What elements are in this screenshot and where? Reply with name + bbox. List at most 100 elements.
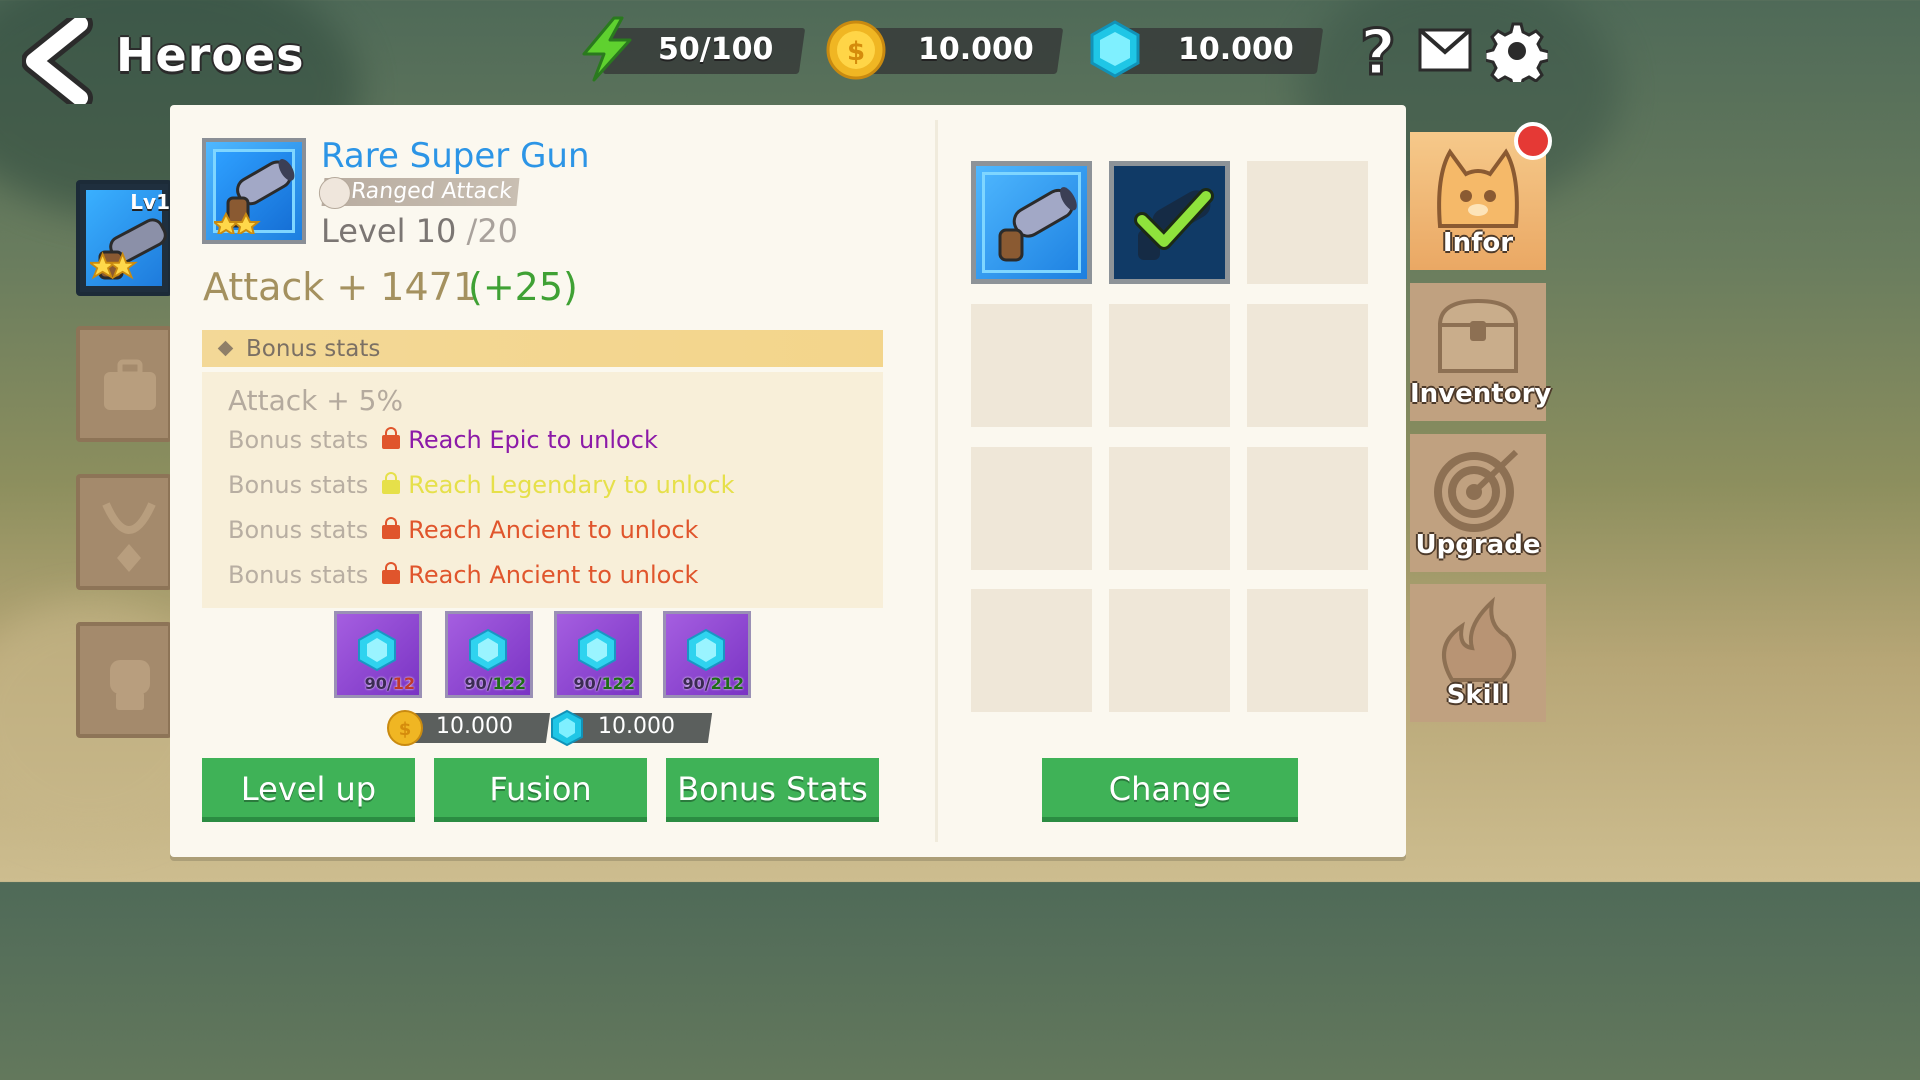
svg-text:$: $ <box>399 719 412 740</box>
settings-button[interactable] <box>1483 20 1551 90</box>
equipment-slot-empty[interactable] <box>971 589 1092 712</box>
fusion-gem-slot[interactable]: 90/122 <box>445 611 533 698</box>
checkmark-icon <box>1134 188 1214 250</box>
fusion-gem-slot[interactable]: 90/122 <box>554 611 642 698</box>
bonus-stat-row: Bonus stats Reach Ancient to unlock <box>228 561 698 589</box>
unlock-message: Reach Legendary to unlock <box>408 471 735 499</box>
bag-icon <box>104 359 156 410</box>
bonus-stat-row: Bonus stats Reach Epic to unlock <box>228 426 658 454</box>
equipment-slot-empty[interactable] <box>1109 589 1230 712</box>
fusion-gem-slot[interactable]: 90/12 <box>334 611 422 698</box>
coin-cost-value: 10.000 <box>436 714 513 739</box>
mail-icon <box>1418 28 1472 72</box>
unlock-message: Reach Ancient to unlock <box>408 516 699 544</box>
gem-count-need: 12 <box>392 674 415 693</box>
hero-slot-necklace[interactable] <box>76 474 172 590</box>
svg-text:?: ? <box>1360 20 1396 82</box>
mail-button[interactable] <box>1418 20 1472 82</box>
tab-skill[interactable]: Skill <box>1410 584 1546 722</box>
lock-icon <box>382 472 401 494</box>
equipment-slot-empty[interactable] <box>1247 304 1368 427</box>
equipment-slot-empty[interactable] <box>1247 589 1368 712</box>
gem-cost-value: 10.000 <box>598 714 675 739</box>
energy-value: 50/100 <box>658 32 774 67</box>
bonus-stat-active: Attack + 5% <box>228 384 404 417</box>
flame-icon <box>1442 596 1516 682</box>
gem-icon <box>469 628 507 672</box>
tab-upgrade-label: Upgrade <box>1415 530 1541 560</box>
bonus-stats-button[interactable]: Bonus Stats <box>666 758 879 822</box>
back-button[interactable] <box>21 11 96 111</box>
gem-value: 10.000 <box>1178 32 1294 67</box>
panel-divider <box>935 120 938 842</box>
fusion-button[interactable]: Fusion <box>434 758 647 822</box>
tab-inventory-label: Inventory <box>1410 379 1552 409</box>
unlock-message: Reach Ancient to unlock <box>408 561 699 589</box>
hero-slot-glove[interactable] <box>76 622 172 738</box>
svg-text:$: $ <box>847 37 865 67</box>
fusion-gem-slot[interactable]: 90/212 <box>663 611 751 698</box>
lightning-icon <box>582 16 632 82</box>
equipment-slot-selected[interactable] <box>971 161 1092 284</box>
gem-count: 90/12 <box>365 674 415 693</box>
hero-slot-weapon[interactable]: Lv1 <box>76 180 172 296</box>
equipment-slot-empty[interactable] <box>1247 447 1368 570</box>
coin-icon: $ <box>387 710 423 746</box>
energy-counter: 50/100 <box>578 16 806 82</box>
bonus-stat-label: Bonus stats <box>228 561 369 589</box>
bonus-stat-row: Bonus stats Reach Legendary to unlock <box>228 471 735 499</box>
gem-count: 90/122 <box>464 674 526 693</box>
gem-count-have: 90/ <box>573 674 602 693</box>
equipment-slot-empty[interactable] <box>1109 447 1230 570</box>
help-button[interactable]: ? <box>1356 15 1400 91</box>
tab-inventory[interactable]: Inventory <box>1410 283 1552 421</box>
gem-icon <box>578 628 616 672</box>
gem-count-need: 122 <box>601 674 635 693</box>
gem-icon <box>1090 20 1140 78</box>
coin-icon: $ <box>826 20 886 80</box>
gem-icon <box>551 709 583 747</box>
item-level-max: /20 <box>466 212 519 250</box>
gem-count-have: 90/ <box>364 674 393 693</box>
gem-icon <box>687 628 725 672</box>
cannon-icon <box>318 177 351 209</box>
tab-infor-label: Infor <box>1442 228 1514 258</box>
coin-value: 10.000 <box>918 32 1034 67</box>
item-type-label: Ranged Attack <box>349 179 514 204</box>
item-level: Level 10 /20 <box>321 212 518 250</box>
equipment-slot-empty[interactable] <box>971 447 1092 570</box>
bonus-stat-label: Bonus stats <box>228 426 369 454</box>
level-up-button[interactable]: Level up <box>202 758 415 822</box>
bonus-stat-label: Bonus stats <box>228 516 369 544</box>
help-icon: ? <box>1359 15 1398 91</box>
gem-count-have: 90/ <box>464 674 493 693</box>
equipment-slot-empty[interactable] <box>1109 304 1230 427</box>
hero-slot-bag[interactable] <box>76 326 172 442</box>
cannon-icon <box>998 187 1077 262</box>
target-icon <box>1434 449 1519 532</box>
necklace-icon <box>102 502 156 572</box>
unlock-message: Reach Epic to unlock <box>408 426 658 454</box>
lock-icon <box>382 517 401 539</box>
lock-icon <box>382 427 401 449</box>
tab-infor[interactable]: Infor <box>1410 122 1552 270</box>
item-name: Rare Super Gun <box>321 136 590 176</box>
bonus-stat-row: Bonus stats Reach Ancient to unlock <box>228 516 698 544</box>
gear-icon <box>1483 22 1551 90</box>
cannon-icon <box>90 218 167 280</box>
change-button[interactable]: Change <box>1042 758 1298 822</box>
item-thumbnail <box>202 138 306 244</box>
chest-icon <box>1437 298 1519 373</box>
cannon-icon <box>214 159 295 234</box>
cat-face-icon <box>1437 148 1519 228</box>
item-level-value: Level 10 <box>321 212 457 250</box>
equipment-slot-empty[interactable] <box>971 304 1092 427</box>
equipment-slot-empty[interactable] <box>1247 161 1368 284</box>
bonus-stats-title: Bonus stats <box>246 336 381 362</box>
gem-cost: 10.000 <box>548 709 718 747</box>
page-title: Heroes <box>116 28 305 82</box>
tab-upgrade[interactable]: Upgrade <box>1410 434 1546 572</box>
gem-count-have: 90/ <box>682 674 711 693</box>
attack-bonus: (+25) <box>468 265 578 309</box>
equipment-slot-equipped[interactable] <box>1109 161 1230 284</box>
